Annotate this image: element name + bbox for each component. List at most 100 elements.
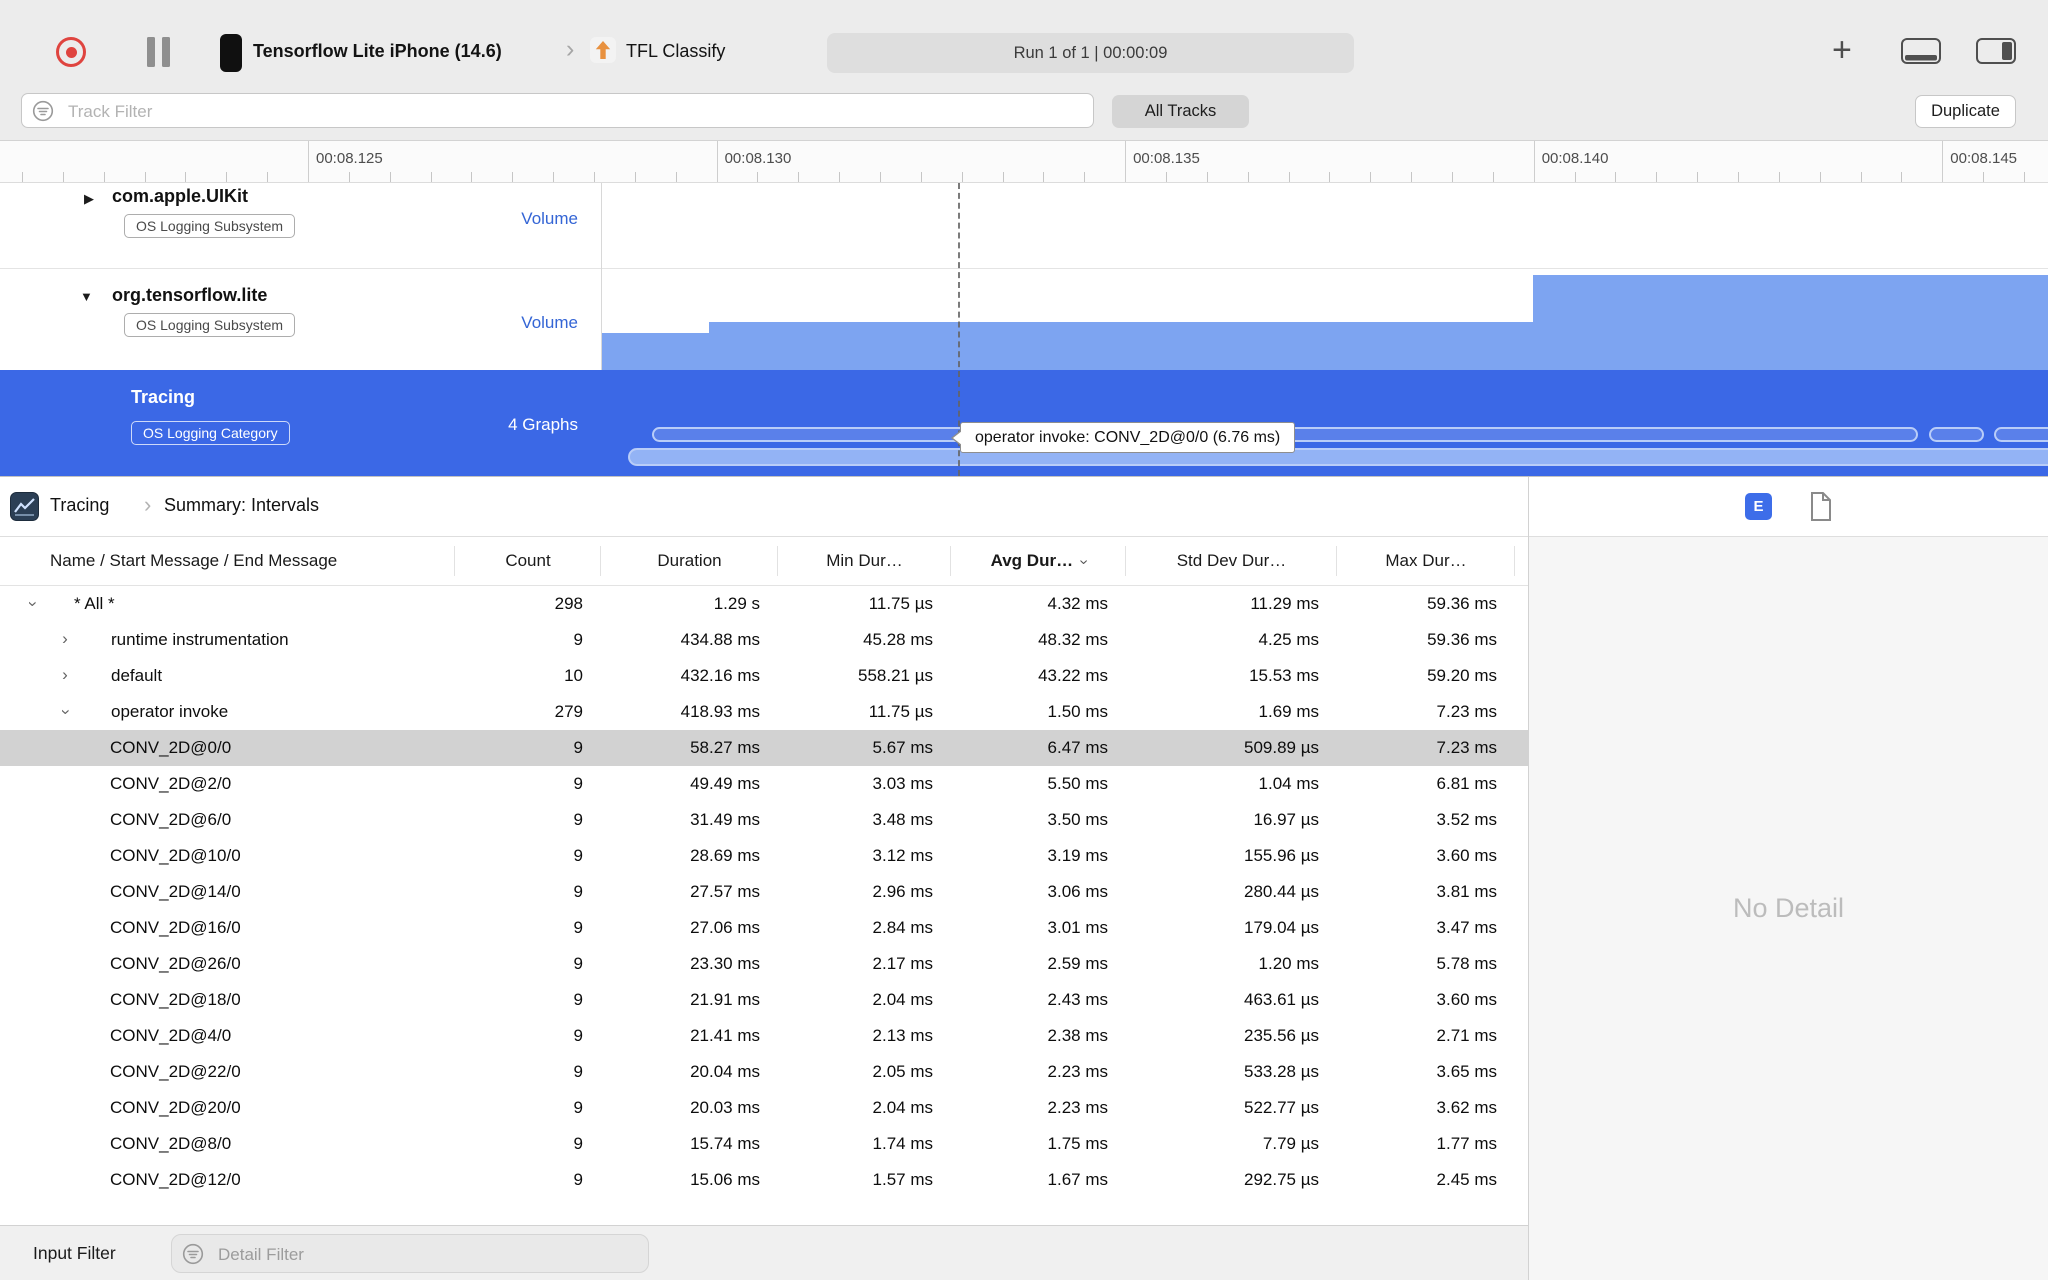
breadcrumb-page[interactable]: Summary: Intervals (164, 495, 319, 516)
row-value: 1.57 ms (872, 1170, 933, 1189)
column-header-min-dur[interactable]: Min Dur… (778, 537, 951, 585)
duplicate-button[interactable]: Duplicate (1915, 95, 2016, 128)
table-row-all[interactable]: › * All * 298 1.29 s 11.75 µs 4.32 ms 11.29 ms… (0, 586, 1528, 622)
detail-filter-input[interactable] (171, 1234, 649, 1274)
detail-filter-field[interactable] (216, 1235, 640, 1274)
table-row-conv-2d-12-0[interactable]: CONV_2D@12/0 9 15.06 ms 1.57 ms 1.67 ms 292.7… (0, 1162, 1528, 1198)
table-row-conv-2d-18-0[interactable]: CONV_2D@18/0 9 21.91 ms 2.04 ms 2.43 ms 463.6… (0, 982, 1528, 1018)
chevron-right-icon[interactable]: › (58, 658, 72, 694)
table-row-conv-2d-22-0[interactable]: CONV_2D@22/0 9 20.04 ms 2.05 ms 2.23 ms 533.2… (0, 1054, 1528, 1090)
row-value: 2.96 ms (872, 882, 933, 901)
row-value: 9 (573, 1134, 583, 1153)
row-value: 3.50 ms (1047, 810, 1108, 829)
toggle-detail-pane-button[interactable] (1898, 36, 1944, 66)
ruler-tick (594, 172, 595, 182)
table-row-conv-2d-20-0[interactable]: CONV_2D@20/0 9 20.03 ms 2.04 ms 2.23 ms 522.7… (0, 1090, 1528, 1126)
ruler-tick (1411, 172, 1413, 182)
row-value: 3.06 ms (1047, 882, 1108, 901)
ruler-tick (1615, 172, 1617, 182)
row-value: 1.75 ms (1047, 1134, 1108, 1153)
column-header-count[interactable]: Count (455, 537, 601, 585)
row-value: 1.74 ms (872, 1134, 933, 1153)
ruler-tick (1983, 172, 1985, 182)
row-value: 6.47 ms (1047, 738, 1108, 757)
ruler-tick (798, 172, 800, 182)
track-row-org-tensorflow-lite[interactable]: ▼ org.tensorflow.lite OS Logging Subsyst… (0, 269, 2048, 370)
toolbar: Tensorflow Lite iPhone (14.6) › TFL Clas… (0, 0, 2048, 81)
row-value: 59.20 ms (1427, 666, 1497, 685)
all-tracks-button[interactable]: All Tracks (1112, 95, 1249, 128)
device-selector[interactable]: Tensorflow Lite iPhone (14.6) (253, 41, 502, 62)
disclosure-expanded-icon[interactable]: ▼ (80, 289, 93, 304)
detail-breadcrumb-bar: Tracing › Summary: Intervals (0, 477, 1528, 537)
table-row-conv-2d-16-0[interactable]: CONV_2D@16/0 9 27.06 ms 2.84 ms 3.01 ms 179.0… (0, 910, 1528, 946)
table-row-conv-2d-14-0[interactable]: CONV_2D@14/0 9 27.57 ms 2.96 ms 3.06 ms 280.4… (0, 874, 1528, 910)
table-row-conv-2d-4-0[interactable]: CONV_2D@4/0 9 21.41 ms 2.13 ms 2.38 ms 235.56… (0, 1018, 1528, 1054)
row-name-cell: CONV_2D@22/0 (0, 1054, 455, 1090)
row-value: 16.97 µs (1253, 810, 1319, 829)
disclosure-collapsed-icon[interactable]: ▶ (84, 191, 94, 207)
row-name: CONV_2D@4/0 (110, 1026, 232, 1045)
track-row-com-apple-uikit[interactable]: ▶ com.apple.UIKit OS Logging Subsystem V… (0, 183, 2048, 269)
row-value: 21.41 ms (690, 1026, 760, 1045)
ruler-tick (1002, 172, 1004, 182)
pause-button[interactable] (147, 37, 171, 67)
table-row-conv-2d-8-0[interactable]: CONV_2D@8/0 9 15.74 ms 1.74 ms 1.75 ms 7.79 µ… (0, 1126, 1528, 1162)
column-header-avg-dur[interactable]: Avg Dur… › (951, 537, 1126, 585)
ruler-tick (920, 172, 922, 182)
interval-tooltip: operator invoke: CONV_2D@0/0 (6.76 ms) (950, 422, 1296, 453)
row-value: 10 (564, 666, 583, 685)
interval-bar[interactable] (1929, 427, 1984, 442)
row-value: 20.03 ms (690, 1098, 760, 1117)
extended-detail-button[interactable]: E (1745, 493, 1772, 520)
table-row-conv-2d-26-0[interactable]: CONV_2D@26/0 9 23.30 ms 2.17 ms 2.59 ms 1.20 … (0, 946, 1528, 982)
ruler-tick (880, 172, 881, 182)
row-value: 1.20 ms (1258, 954, 1319, 973)
column-header-max-dur[interactable]: Max Dur… (1337, 537, 1515, 585)
row-name: CONV_2D@16/0 (110, 918, 241, 937)
breadcrumb-instrument[interactable]: Tracing (50, 495, 109, 516)
table-row-default[interactable]: › default 10 432.16 ms 558.21 µs 43.22 ms 15.5… (0, 658, 1528, 694)
row-value: 463.61 µs (1243, 990, 1319, 1009)
row-value: 3.65 ms (1436, 1062, 1497, 1081)
add-instrument-button[interactable]: + (1832, 30, 1852, 70)
column-header-std-dev-dur[interactable]: Std Dev Dur… (1126, 537, 1337, 585)
table-row-conv-2d-2-0[interactable]: CONV_2D@2/0 9 49.49 ms 3.03 ms 5.50 ms 1.04 m… (0, 766, 1528, 802)
volume-area-segment (1533, 275, 2048, 370)
column-header-duration[interactable]: Duration (601, 537, 778, 585)
chevron-down-icon[interactable]: › (47, 705, 83, 719)
ruler-tick (634, 172, 636, 182)
row-value: 43.22 ms (1038, 666, 1108, 685)
table-row-conv-2d-6-0[interactable]: CONV_2D@6/0 9 31.49 ms 3.48 ms 3.50 ms 16.97 … (0, 802, 1528, 838)
column-header-label: Count (505, 551, 551, 570)
interval-bar[interactable] (628, 448, 2048, 466)
toggle-inspector-button[interactable] (1973, 36, 2019, 66)
track-filter-input[interactable] (21, 93, 1094, 129)
ruler-tick (348, 172, 350, 182)
target-selector[interactable]: TFL Classify (626, 41, 725, 62)
ruler-tick (1901, 172, 1903, 182)
track-filter-field[interactable] (66, 94, 1070, 129)
table-row-runtime-instrumentation[interactable]: › runtime instrumentation 9 434.88 ms 45.28 … (0, 622, 1528, 658)
record-button[interactable] (56, 37, 86, 67)
ruler-tick (1656, 172, 1658, 182)
ruler-tick (185, 172, 187, 182)
chevron-down-icon[interactable]: › (14, 597, 50, 611)
ruler-tick (430, 172, 432, 182)
row-name-cell: › runtime instrumentation (0, 622, 455, 658)
table-row-operator-invoke[interactable]: › operator invoke 279 418.93 ms 11.75 µs 1.50… (0, 694, 1528, 730)
table-row-conv-2d-10-0[interactable]: CONV_2D@10/0 9 28.69 ms 3.12 ms 3.19 ms 155.9… (0, 838, 1528, 874)
ruler-tick (226, 172, 228, 182)
row-value: 48.32 ms (1038, 630, 1108, 649)
row-name-cell: CONV_2D@18/0 (0, 982, 455, 1018)
interval-bar[interactable] (1994, 427, 2048, 442)
row-value: 179.04 µs (1243, 918, 1319, 937)
document-icon[interactable] (1809, 491, 1833, 522)
row-value: 4.32 ms (1047, 594, 1108, 613)
column-header-name-start-message-end-message[interactable]: Name / Start Message / End Message (0, 537, 455, 585)
table-row-conv-2d-0-0[interactable]: CONV_2D@0/0 9 58.27 ms 5.67 ms 6.47 ms 509.89… (0, 730, 1528, 766)
detail-pane: Tracing › Summary: Intervals Name / Star… (0, 476, 2048, 1280)
row-value: 2.23 ms (1047, 1062, 1108, 1081)
timeline-ruler[interactable]: 00:08.125 00:08.130 00:08.135 00:08.140 00:0… (0, 141, 2048, 183)
chevron-right-icon[interactable]: › (58, 622, 72, 658)
